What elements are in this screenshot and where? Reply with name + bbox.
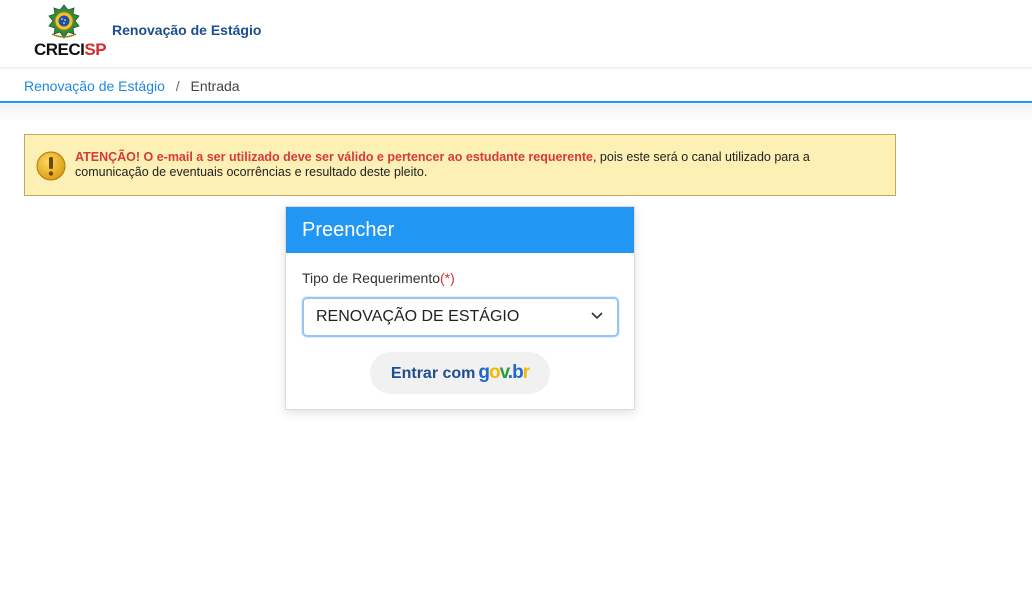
card-title: Preencher (286, 207, 634, 253)
breadcrumb-link-renovacao[interactable]: Renovação de Estágio (24, 78, 165, 94)
brand-name: CRECISP (34, 40, 107, 59)
exclamation-icon (36, 151, 66, 181)
warning-alert: ATENÇÃO! O e-mail a ser utilizado deve s… (24, 134, 896, 196)
chevron-down-icon (591, 312, 603, 320)
alert-warning-text: ATENÇÃO! O e-mail a ser utilizado deve s… (75, 150, 593, 164)
request-type-label: Tipo de Requerimento(*) (302, 270, 455, 286)
page-title: Renovação de Estágio (112, 22, 262, 38)
request-type-value: RENOVAÇÃO DE ESTÁGIO (316, 308, 520, 325)
request-card: Preencher Tipo de Requerimento(*) RENOVA… (285, 206, 635, 410)
govbr-logo: gov.br (478, 362, 530, 383)
login-button-label: Entrar com (390, 365, 476, 382)
breadcrumb-separator: / (175, 78, 180, 94)
required-mark: (*) (440, 270, 455, 286)
coat-of-arms-icon (48, 4, 80, 39)
request-type-select[interactable]: RENOVAÇÃO DE ESTÁGIO (302, 297, 619, 337)
breadcrumb: Renovação de Estágio / Entrada (0, 69, 1032, 103)
header: CRECISP Renovação de Estágio (0, 0, 1032, 68)
alert-message: ATENÇÃO! O e-mail a ser utilizado deve s… (75, 150, 875, 180)
header-shadow (0, 104, 1032, 122)
breadcrumb-current: Entrada (190, 78, 240, 94)
creci-logo[interactable]: CRECISP (34, 4, 107, 62)
login-govbr-button[interactable]: Entrar com gov.br (370, 352, 550, 394)
